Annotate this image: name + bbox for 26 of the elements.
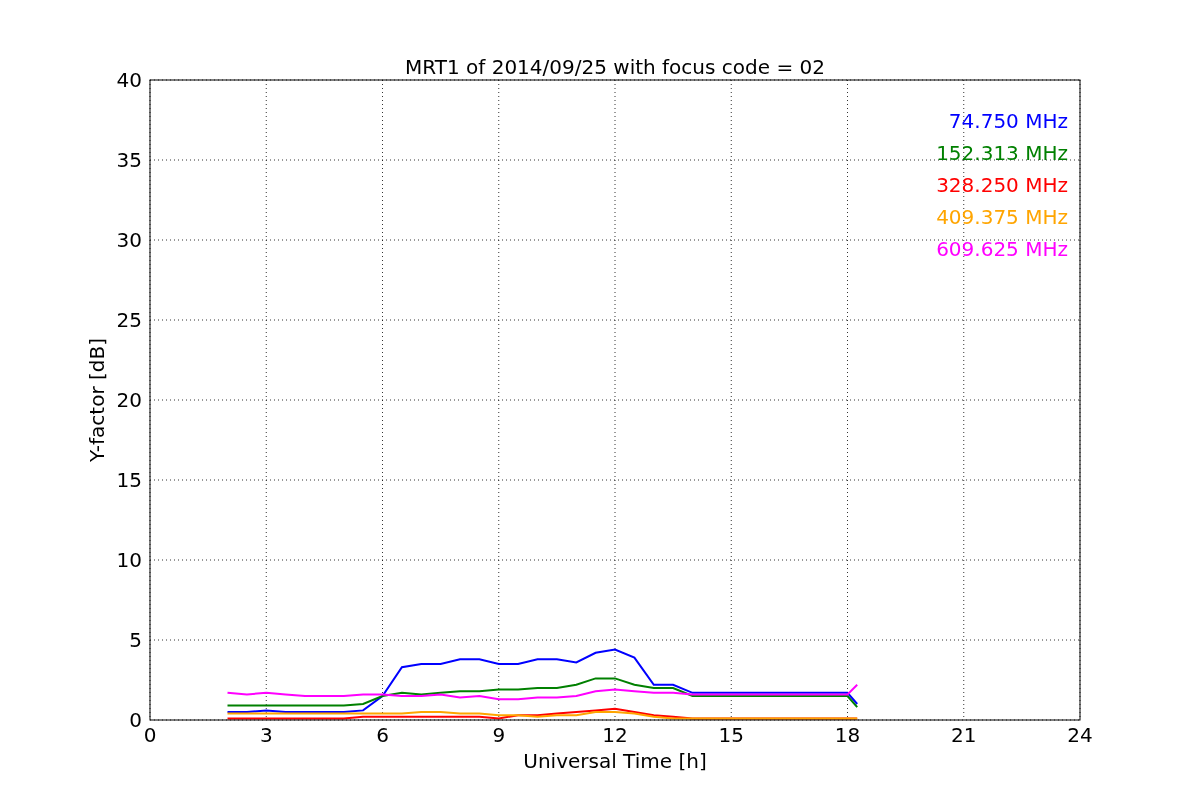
y-axis-label: Y-factor [dB] — [85, 338, 109, 462]
y-tick-label: 40 — [116, 68, 142, 92]
y-tick-label: 30 — [116, 228, 142, 252]
x-tick-label: 21 — [951, 723, 977, 747]
x-tick-label: 3 — [259, 723, 273, 747]
y-tick-label: 0 — [129, 708, 142, 732]
legend-label: 328.250 MHz — [936, 173, 1068, 197]
y-tick-label: 25 — [116, 308, 142, 332]
y-tick-label: 5 — [129, 628, 142, 652]
legend-label: 152.313 MHz — [936, 141, 1068, 165]
legend-label: 609.625 MHz — [936, 237, 1068, 261]
chart-title: MRT1 of 2014/09/25 with focus code = 02 — [405, 55, 825, 79]
x-tick-label: 24 — [1067, 723, 1093, 747]
legend-label: 409.375 MHz — [936, 205, 1068, 229]
y-tick-label: 35 — [116, 148, 142, 172]
x-tick-label: 12 — [602, 723, 628, 747]
x-tick-label: 9 — [492, 723, 506, 747]
y-tick-label: 15 — [116, 468, 142, 492]
y-tick-label: 20 — [116, 388, 142, 412]
legend-label: 74.750 MHz — [948, 109, 1068, 133]
x-tick-label: 6 — [376, 723, 389, 747]
x-axis-label: Universal Time [h] — [523, 749, 707, 773]
x-tick-label: 18 — [834, 723, 861, 747]
y-tick-label: 10 — [116, 548, 142, 572]
x-tick-label: 15 — [718, 723, 744, 747]
x-tick-label: 0 — [143, 723, 157, 747]
